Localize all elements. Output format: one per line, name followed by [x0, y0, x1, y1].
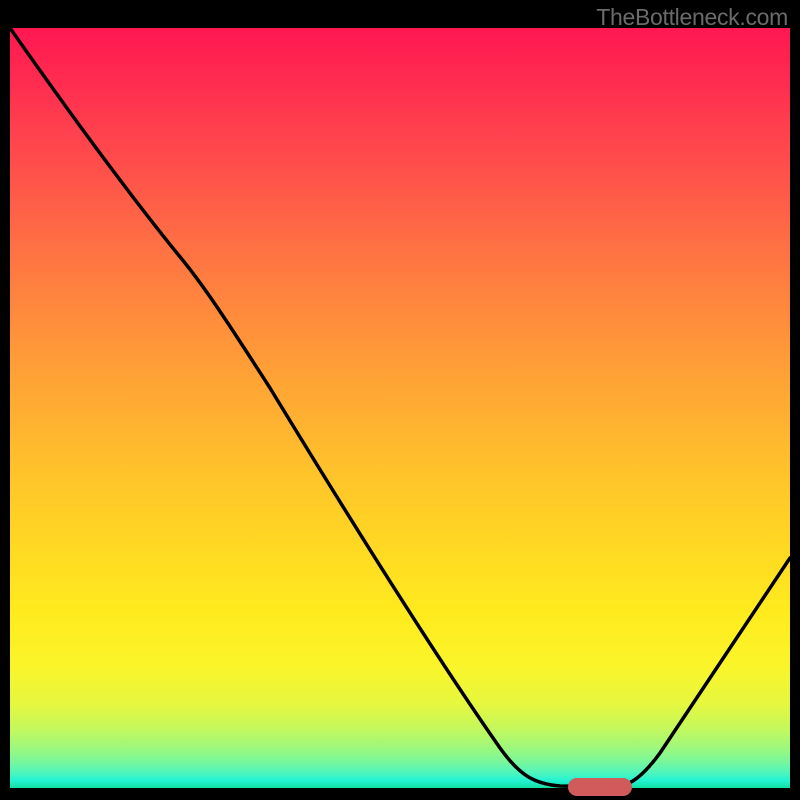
optimal-range-marker: [568, 778, 632, 796]
chart-area: [10, 28, 790, 788]
bottleneck-curve-path: [10, 28, 790, 787]
chart-curve: [10, 28, 790, 788]
watermark-text: TheBottleneck.com: [596, 4, 788, 31]
